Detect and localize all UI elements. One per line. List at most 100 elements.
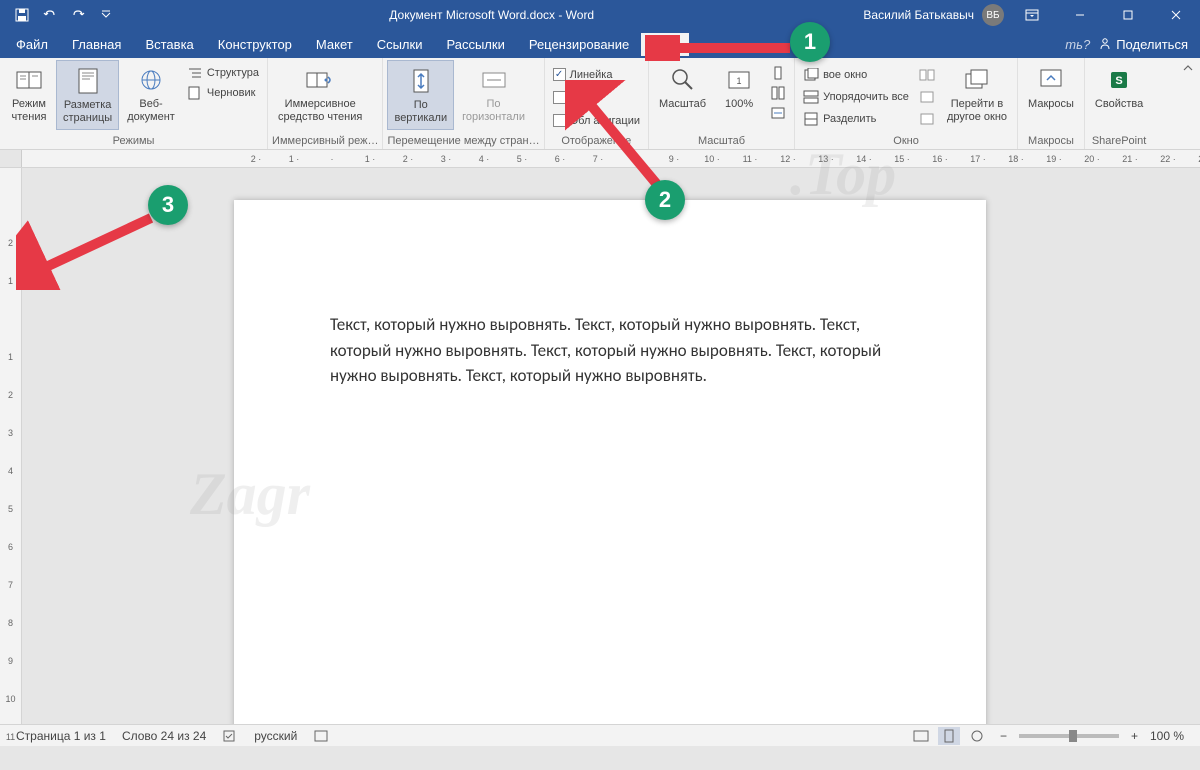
- page-width-button[interactable]: [766, 104, 790, 122]
- annotation-arrow-3: [16, 210, 166, 290]
- new-window-icon: [803, 68, 819, 82]
- vertical-button[interactable]: По вертикали: [387, 60, 454, 130]
- redo-button[interactable]: [64, 1, 92, 29]
- properties-button[interactable]: S Свойства: [1089, 60, 1149, 115]
- close-button[interactable]: [1156, 0, 1196, 30]
- share-button[interactable]: Поделиться: [1098, 37, 1188, 52]
- draft-button[interactable]: Черновик: [183, 84, 263, 102]
- arrange-icon: [803, 90, 819, 104]
- split-icon: [803, 112, 819, 126]
- hundred-percent-button[interactable]: 1 100%: [714, 60, 764, 115]
- checkbox-icon: [553, 91, 566, 104]
- macros-button[interactable]: Макросы: [1022, 60, 1080, 115]
- outline-button[interactable]: Структура: [183, 64, 263, 82]
- spell-check-icon[interactable]: [214, 729, 246, 743]
- switch-window-icon: [961, 64, 993, 96]
- ribbon-group-window: вое окно Упорядочить все Разделить Перей…: [795, 58, 1018, 149]
- menu-insert[interactable]: Вставка: [133, 33, 205, 56]
- share-icon: [1098, 37, 1112, 51]
- qat-customize-button[interactable]: [92, 1, 120, 29]
- web-layout-icon: [135, 64, 167, 96]
- menu-design[interactable]: Конструктор: [206, 33, 304, 56]
- horizontal-button[interactable]: По горизонтали: [456, 60, 531, 128]
- menu-references[interactable]: Ссылки: [365, 33, 435, 56]
- page-layout-icon: [72, 65, 104, 97]
- minimize-button[interactable]: [1060, 0, 1100, 30]
- track-changes-icon[interactable]: [305, 729, 337, 743]
- one-page-icon: [770, 66, 786, 80]
- undo-button[interactable]: [36, 1, 64, 29]
- horizontal-icon: [478, 64, 510, 96]
- zoom-value[interactable]: 100 %: [1150, 729, 1184, 743]
- switch-window-button[interactable]: Перейти в другое окно: [941, 60, 1013, 128]
- reset-position-button[interactable]: [915, 110, 939, 128]
- zoom-slider[interactable]: [1019, 734, 1119, 738]
- immersive-reader-icon: [304, 64, 336, 96]
- read-mode-button[interactable]: Режим чтения: [4, 60, 54, 128]
- save-button[interactable]: [8, 1, 36, 29]
- one-page-button[interactable]: [766, 64, 790, 82]
- immersive-reader-button[interactable]: Иммерсивное средство чтения: [272, 60, 368, 128]
- web-layout-button[interactable]: Веб- документ: [121, 60, 181, 128]
- document-area: 211234567891011 Текст, который нужно выр…: [0, 168, 1200, 724]
- user-name[interactable]: Василий Батькавыч: [863, 8, 974, 22]
- word-count[interactable]: Слово 24 из 24: [114, 729, 214, 743]
- arrange-all-button[interactable]: Упорядочить все: [799, 88, 913, 106]
- reset-pos-icon: [919, 112, 935, 126]
- statusbar: Страница 1 из 1 Слово 24 из 24 русский −…: [0, 724, 1200, 746]
- web-layout-view[interactable]: [966, 727, 988, 745]
- ribbon-group-immersive: Иммерсивное средство чтения Иммерсивный …: [268, 58, 383, 149]
- page-layout-button[interactable]: Разметка страницы: [56, 60, 119, 130]
- draft-icon: [187, 86, 203, 100]
- read-mode-view[interactable]: [910, 727, 932, 745]
- ribbon-display-options[interactable]: [1012, 0, 1052, 30]
- print-layout-view[interactable]: [938, 727, 960, 745]
- document-text[interactable]: Текст, который нужно выровнять. Текст, к…: [234, 200, 986, 389]
- document-canvas[interactable]: Текст, который нужно выровнять. Текст, к…: [22, 168, 1200, 724]
- menubar: Файл Главная Вставка Конструктор Макет С…: [0, 30, 1200, 58]
- menu-review[interactable]: Рецензирование: [517, 33, 641, 56]
- side-by-side-button[interactable]: [915, 66, 939, 84]
- page-indicator[interactable]: Страница 1 из 1: [8, 729, 114, 743]
- menu-mailings[interactable]: Рассылки: [434, 33, 516, 56]
- new-window-button[interactable]: вое окно: [799, 66, 913, 84]
- maximize-button[interactable]: [1108, 0, 1148, 30]
- annotation-badge-1: 1: [790, 22, 830, 62]
- svg-text:S: S: [1115, 75, 1122, 87]
- vertical-icon: [405, 65, 437, 97]
- quick-access-toolbar: [0, 1, 120, 29]
- collapse-ribbon-button[interactable]: [1182, 58, 1200, 149]
- macros-icon: [1035, 64, 1067, 96]
- menu-layout[interactable]: Макет: [304, 33, 365, 56]
- annotation-badge-3: 3: [148, 185, 188, 225]
- menu-file[interactable]: Файл: [4, 33, 60, 56]
- hundred-icon: 1: [723, 64, 755, 96]
- sync-scroll-icon: [919, 90, 935, 104]
- multi-page-button[interactable]: [766, 84, 790, 102]
- svg-text:1: 1: [737, 76, 742, 86]
- sync-scroll-button[interactable]: [915, 88, 939, 106]
- outline-icon: [187, 66, 203, 80]
- multi-page-icon: [770, 86, 786, 100]
- page-width-icon: [770, 106, 786, 120]
- language-indicator[interactable]: русский: [246, 729, 305, 743]
- ribbon-group-sharepoint: S Свойства SharePoint: [1085, 58, 1153, 149]
- split-button[interactable]: Разделить: [799, 110, 913, 128]
- side-by-side-icon: [919, 68, 935, 82]
- user-avatar[interactable]: ВБ: [982, 4, 1004, 26]
- page[interactable]: Текст, который нужно выровнять. Текст, к…: [234, 200, 986, 724]
- read-mode-icon: [13, 64, 45, 96]
- menu-home[interactable]: Главная: [60, 33, 133, 56]
- ribbon-group-modes: Режим чтения Разметка страницы Веб- доку…: [0, 58, 268, 149]
- checkbox-icon: [553, 68, 566, 81]
- tell-me-hint[interactable]: ть?: [1065, 37, 1090, 52]
- titlebar-right: Василий Батькавыч ВБ: [863, 0, 1200, 30]
- checkbox-icon: [553, 114, 566, 127]
- document-title: Документ Microsoft Word.docx - Word: [120, 8, 863, 22]
- annotation-arrow-1: [645, 35, 795, 61]
- annotation-badge-2: 2: [645, 180, 685, 220]
- sharepoint-icon: S: [1103, 64, 1135, 96]
- titlebar: Документ Microsoft Word.docx - Word Васи…: [0, 0, 1200, 30]
- ribbon-group-macros: Макросы Макросы: [1018, 58, 1085, 149]
- ribbon-group-page-movement: По вертикали По горизонтали Перемещение …: [383, 58, 544, 149]
